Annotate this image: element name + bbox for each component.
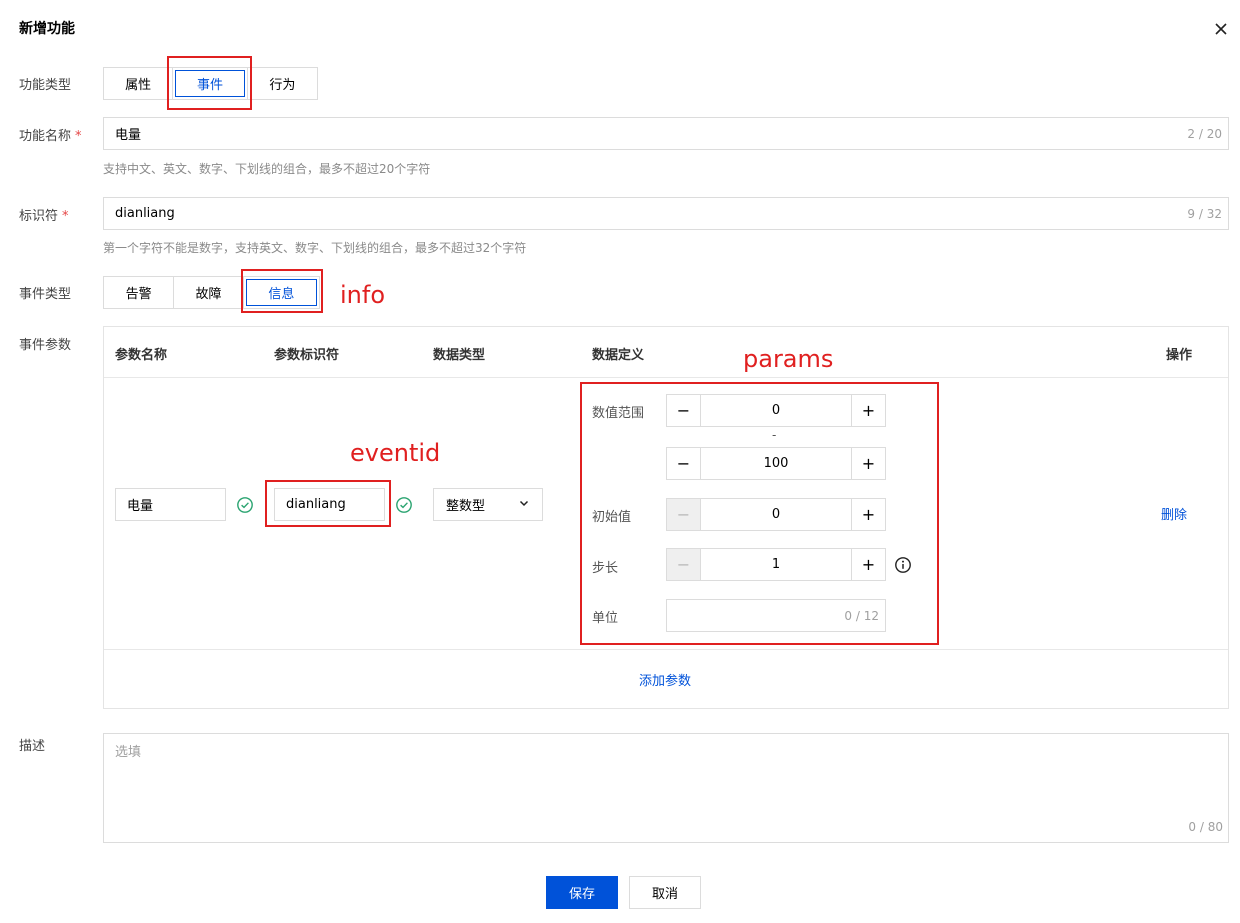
range-label: 数值范围 [592, 406, 645, 421]
annotation-info-label: info [340, 281, 386, 309]
unit-input[interactable]: 0 / 12 [666, 599, 886, 632]
annotation-params-label: params [743, 345, 834, 373]
save-button[interactable]: 保存 [546, 876, 618, 909]
feature-type-segment: 属性 事件 行为 [103, 67, 318, 100]
column-header-data-definition: 数据定义 [592, 348, 645, 363]
event-type-alarm[interactable]: 告警 [104, 277, 175, 308]
range-separator: - [772, 428, 777, 442]
feature-type-attribute[interactable]: 属性 [104, 68, 174, 99]
annotation-eventid-label: eventid [350, 439, 441, 467]
range-min-stepper: − 0 + [666, 394, 886, 427]
required-mark: * [75, 129, 82, 144]
event-type-fault[interactable]: 故障 [174, 277, 244, 308]
param-identifier-input[interactable]: dianliang [274, 488, 385, 521]
identifier-counter: 9 / 32 [1187, 206, 1222, 221]
feature-type-event[interactable]: 事件 [173, 68, 248, 99]
step-label: 步长 [592, 561, 619, 576]
dialog-title: 新增功能 [19, 21, 75, 37]
cancel-button[interactable]: 取消 [629, 876, 701, 909]
range-max-increment[interactable]: + [851, 448, 885, 479]
close-icon[interactable] [1212, 20, 1230, 38]
feature-name-label: 功能名称 * [19, 129, 82, 144]
feature-type-label: 功能类型 [19, 78, 72, 93]
table-header-divider [104, 377, 1228, 378]
feature-name-input[interactable]: 电量 2 / 20 [103, 117, 1229, 150]
range-min-increment[interactable]: + [851, 395, 885, 426]
unit-label: 单位 [592, 611, 619, 626]
range-max-stepper: − 100 + [666, 447, 886, 480]
step-increment[interactable]: + [851, 549, 885, 580]
description-label: 描述 [19, 739, 46, 754]
range-min-value[interactable]: 0 [701, 395, 851, 426]
column-header-param-identifier: 参数标识符 [274, 348, 340, 363]
event-type-label: 事件类型 [19, 287, 72, 302]
initial-value-value[interactable]: 0 [701, 499, 851, 530]
required-mark: * [62, 209, 69, 224]
identifier-value: dianliang [115, 206, 175, 221]
description-textarea[interactable]: 选填 0 / 80 [103, 733, 1229, 843]
initial-value-decrement: − [667, 499, 701, 530]
info-circle-icon[interactable] [894, 556, 912, 574]
feature-name-counter: 2 / 20 [1187, 126, 1222, 141]
event-type-info[interactable]: 信息 [244, 277, 319, 308]
description-counter: 0 / 80 [1188, 820, 1223, 834]
identifier-input[interactable]: dianliang 9 / 32 [103, 197, 1229, 230]
delete-param-button[interactable]: 删除 [1161, 504, 1187, 523]
feature-name-value: 电量 [115, 128, 142, 143]
feature-type-action[interactable]: 行为 [248, 68, 317, 99]
param-name-input[interactable]: 电量 [115, 488, 226, 521]
feature-name-hint: 支持中文、英文、数字、下划线的组合，最多不超过20个字符 [103, 162, 431, 176]
data-type-value: 整数型 [446, 499, 486, 514]
initial-value-label: 初始值 [592, 510, 632, 525]
column-header-data-type: 数据类型 [433, 348, 486, 363]
check-circle-icon [395, 496, 413, 514]
range-min-decrement[interactable]: − [667, 395, 701, 426]
column-header-param-name: 参数名称 [115, 348, 168, 363]
step-value[interactable]: 1 [701, 549, 851, 580]
unit-counter: 0 / 12 [844, 608, 879, 623]
range-max-value[interactable]: 100 [701, 448, 851, 479]
event-type-segment: 告警 故障 信息 [103, 276, 320, 309]
initial-value-stepper: − 0 + [666, 498, 886, 531]
step-stepper: − 1 + [666, 548, 886, 581]
description-placeholder: 选填 [115, 745, 142, 760]
event-params-label: 事件参数 [19, 338, 72, 353]
table-footer-divider [104, 649, 1228, 650]
add-param-button[interactable]: 添加参数 [639, 670, 691, 689]
range-max-decrement[interactable]: − [667, 448, 701, 479]
event-params-table: 参数名称 参数标识符 数据类型 数据定义 操作 电量 dianliang 整数型… [103, 326, 1229, 709]
identifier-hint: 第一个字符不能是数字，支持英文、数字、下划线的组合，最多不超过32个字符 [103, 241, 527, 255]
chevron-down-icon [518, 497, 530, 513]
check-circle-icon [236, 496, 254, 514]
column-header-action: 操作 [1166, 348, 1193, 363]
step-decrement: − [667, 549, 701, 580]
data-type-select[interactable]: 整数型 [433, 488, 543, 521]
identifier-label: 标识符 * [19, 209, 69, 224]
initial-value-increment[interactable]: + [851, 499, 885, 530]
